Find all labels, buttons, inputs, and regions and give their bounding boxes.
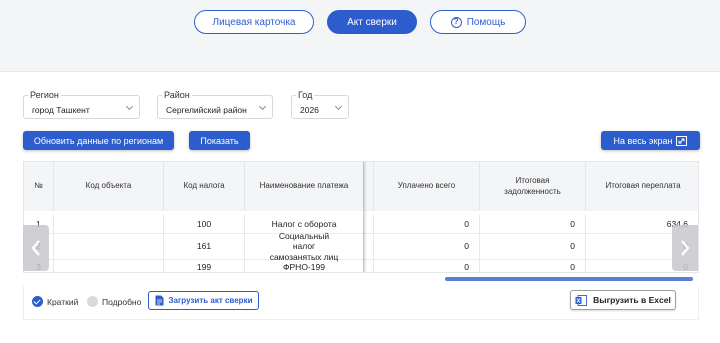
- table-row-3-paid-total: 0: [374, 260, 480, 272]
- refresh-regions-button[interactable]: Обновить данные по регионам: [23, 131, 174, 150]
- table-row-3-payment-name: ФРНО-199: [245, 260, 364, 272]
- chevron-down-icon: [334, 102, 343, 111]
- column-header-final-debt: Итоговая задолженность: [480, 162, 586, 211]
- top-nav-bar: Лицевая карточка Акт сверки ? Помощь: [0, 0, 720, 72]
- card-tab-button[interactable]: Лицевая карточка: [194, 10, 314, 34]
- frozen-column-shadow: [363, 162, 367, 272]
- show-label: Показать: [200, 135, 239, 146]
- help-label: Помощь: [466, 16, 506, 28]
- fullscreen-button[interactable]: На весь экран: [601, 131, 700, 150]
- brief-label: Краткий: [47, 297, 79, 307]
- card-tab-label: Лицевая карточка: [212, 16, 296, 28]
- table-row-2-tax-code: 161: [164, 234, 245, 260]
- table-row-1-object-code: [54, 215, 164, 234]
- region-label: Регион: [28, 90, 61, 100]
- table-row-1-tax-code: 100: [164, 215, 245, 234]
- column-header-paid-total: Уплачено всего: [374, 162, 480, 211]
- scroll-left-button[interactable]: [23, 225, 49, 271]
- fullscreen-label: На весь экран: [613, 135, 673, 146]
- column-header-payment-name: Наименование платежа: [245, 162, 364, 211]
- table-row-2-final-debt: 0: [480, 234, 586, 260]
- table-row-1-final-debt: 0: [480, 215, 586, 234]
- detailed-label: Подробно: [102, 297, 142, 307]
- horizontal-scrollbar[interactable]: [445, 277, 693, 281]
- table-row-2-payment-name: Социальный налог самозанятых лиц: [245, 231, 364, 262]
- chevron-down-icon: [125, 102, 134, 111]
- show-button[interactable]: Показать: [189, 131, 250, 150]
- excel-icon: [575, 294, 588, 306]
- table-row-3-final-debt: 0: [480, 260, 586, 272]
- export-excel-button[interactable]: Выгрузить в Excel: [570, 290, 676, 310]
- chevron-down-icon: [258, 102, 267, 111]
- document-icon: [155, 295, 163, 306]
- brief-radio[interactable]: [32, 296, 43, 307]
- column-header-tax-code: Код налога: [164, 162, 245, 211]
- act-tab-button[interactable]: Акт сверки: [327, 10, 417, 34]
- region-value: город Ташкент: [32, 105, 90, 115]
- expand-icon: [676, 135, 688, 146]
- table-row-3-object-code: [54, 260, 164, 272]
- chevron-right-icon: [681, 240, 690, 256]
- column-header-num: №: [24, 162, 54, 211]
- table-row-2-paid-total: 0: [374, 234, 480, 260]
- export-excel-label: Выгрузить в Excel: [593, 295, 671, 305]
- help-button[interactable]: ? Помощь: [430, 10, 526, 34]
- column-header-object-code: Код объекта: [54, 162, 164, 211]
- year-label: Год: [296, 90, 315, 100]
- table-row-2-object-code: [54, 234, 164, 260]
- scroll-right-button[interactable]: [672, 225, 698, 271]
- act-tab-label: Акт сверки: [347, 16, 397, 28]
- column-header-final-overpay: Итоговая переплата: [586, 162, 698, 211]
- reconciliation-table: № Код объекта Код налога Наименование пл…: [23, 161, 699, 273]
- detailed-radio[interactable]: [87, 296, 98, 307]
- year-value: 2026: [300, 105, 319, 115]
- load-act-button[interactable]: Загрузить акт сверки: [148, 291, 259, 310]
- table-row-3-tax-code: 199: [164, 260, 245, 272]
- question-icon: ?: [450, 16, 462, 28]
- table-row-1-paid-total: 0: [374, 215, 480, 234]
- chevron-left-icon: [31, 240, 40, 256]
- district-value: Сергелийский район: [166, 105, 247, 115]
- refresh-regions-label: Обновить данные по регионам: [33, 135, 164, 146]
- load-act-label: Загрузить акт сверки: [168, 296, 253, 305]
- district-label: Район: [162, 90, 192, 100]
